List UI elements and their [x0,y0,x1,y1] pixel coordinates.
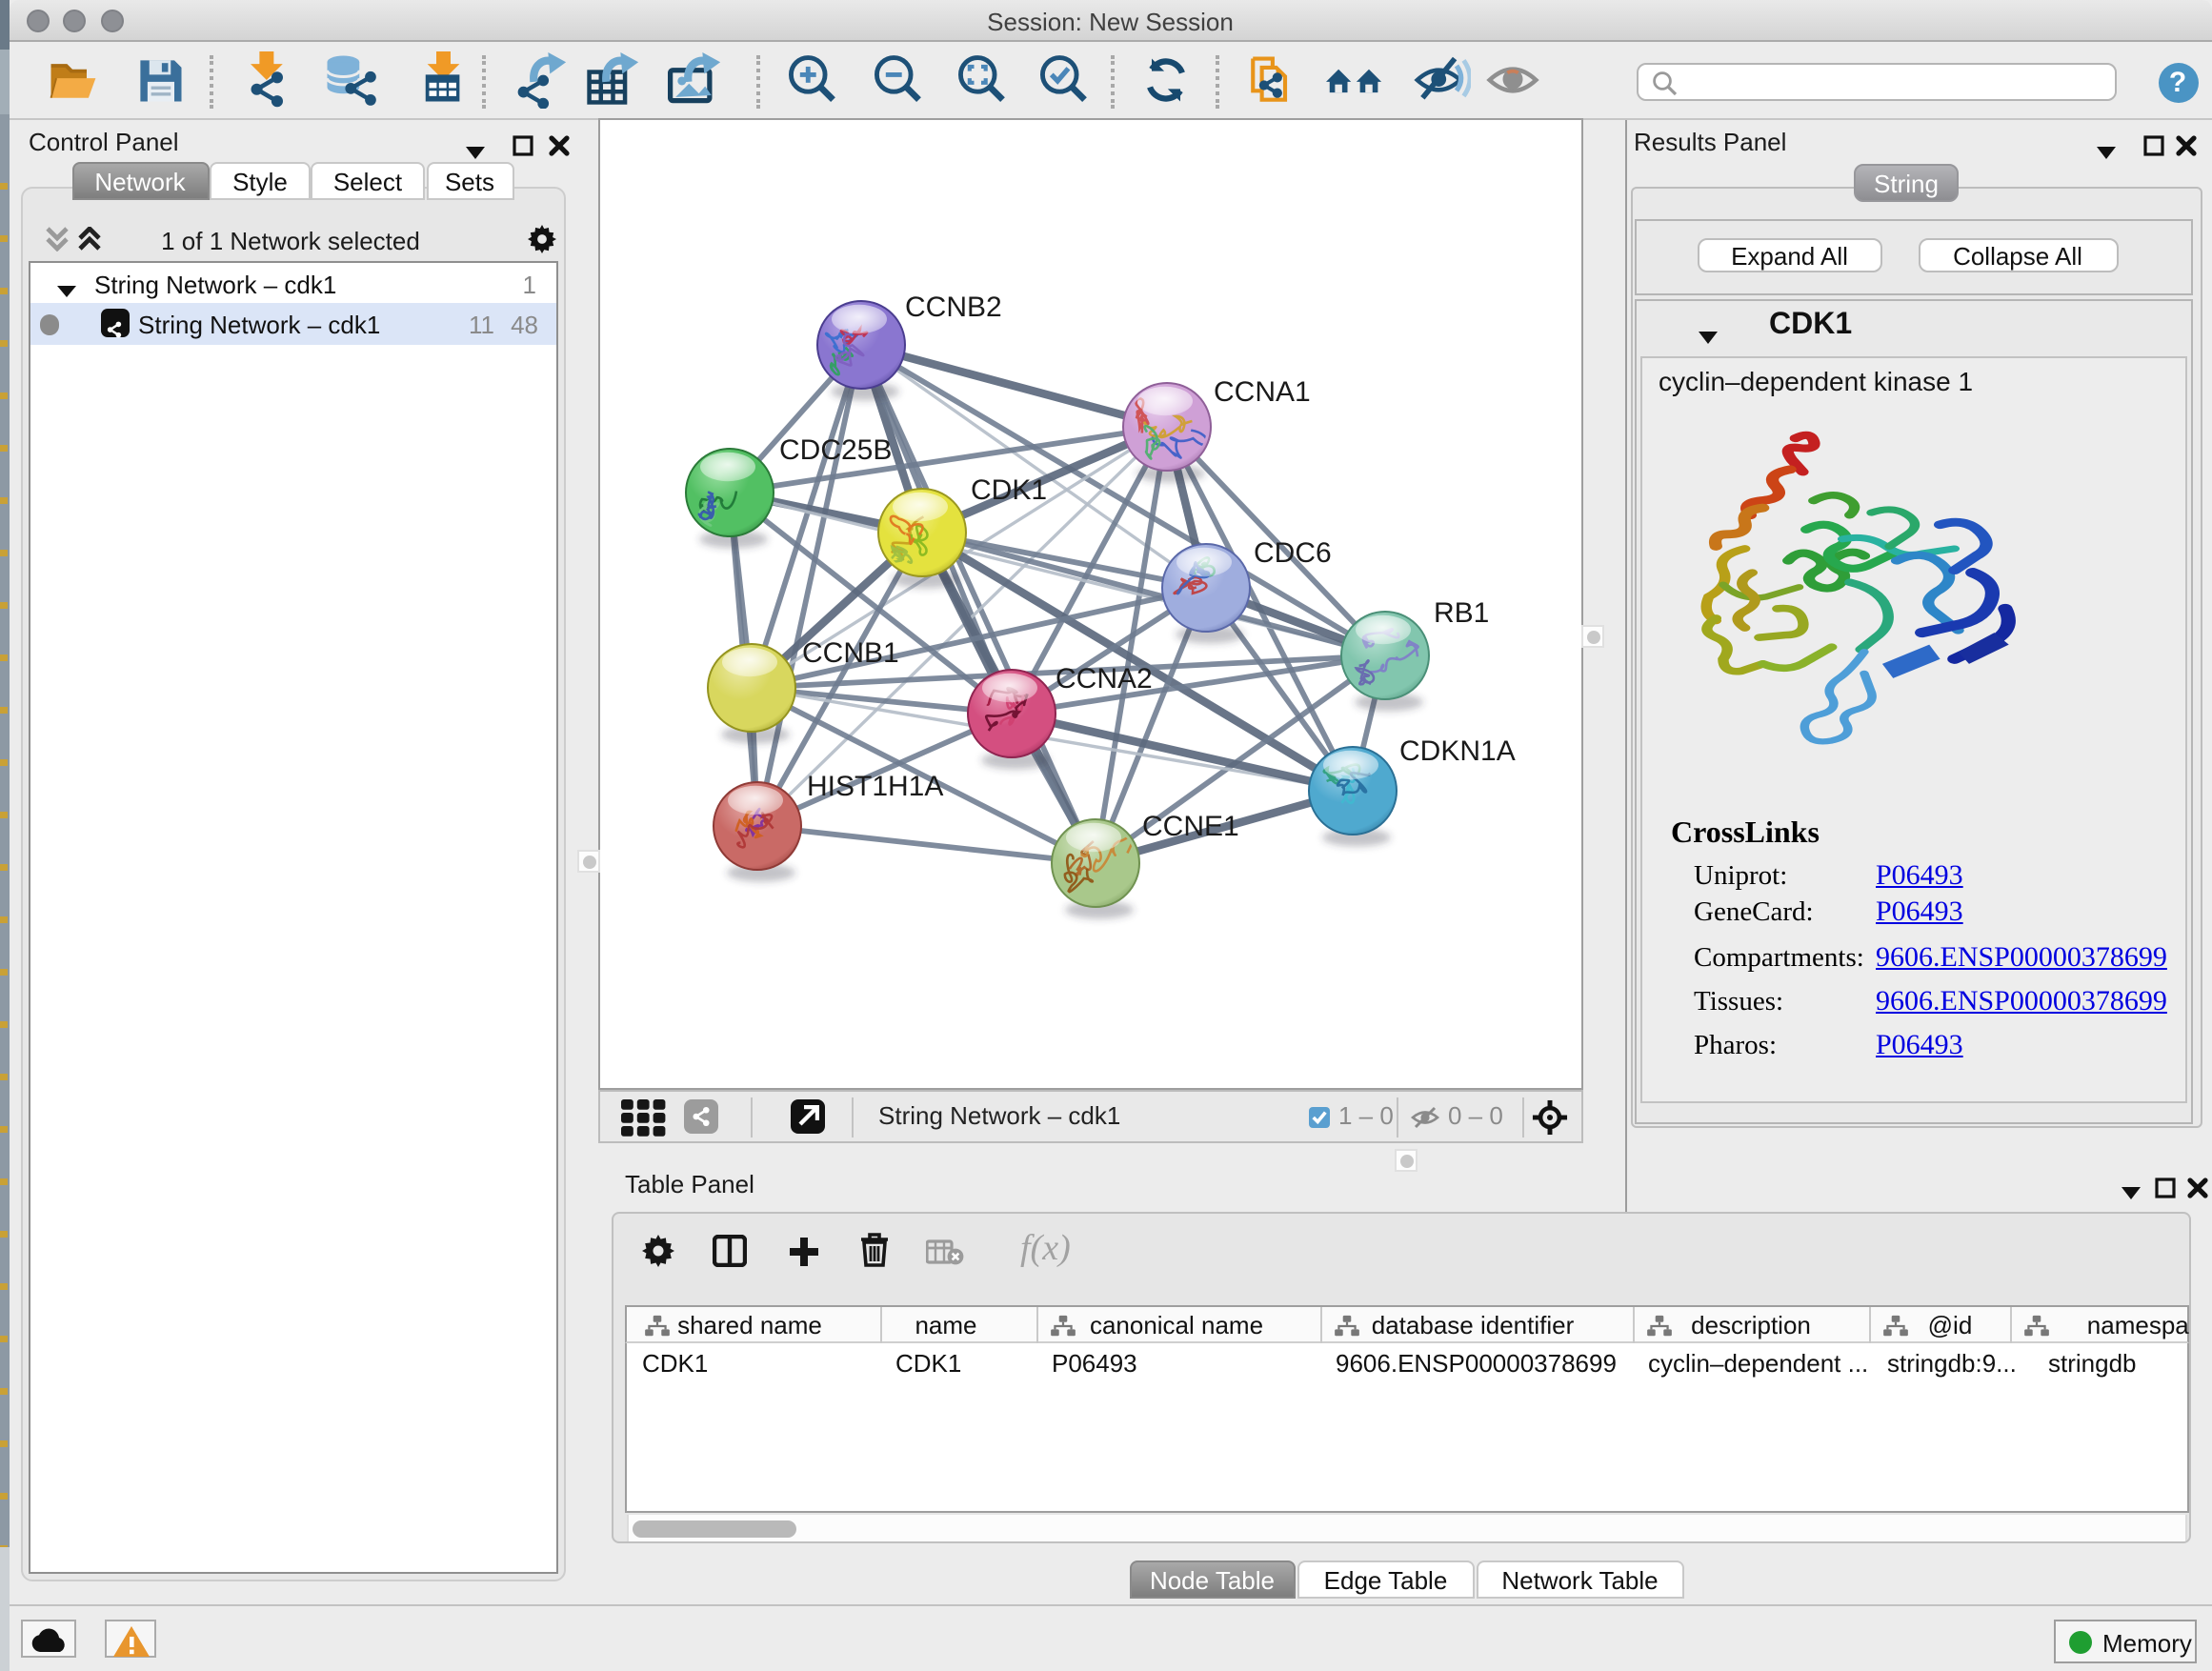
svg-text:CCNB1: CCNB1 [802,637,899,669]
svg-text:RB1: RB1 [1434,597,1489,629]
svg-text:CCNB2: CCNB2 [905,292,1002,323]
svg-text:HIST1H1A: HIST1H1A [807,771,943,802]
svg-text:CCNE1: CCNE1 [1142,811,1239,842]
svg-text:CCNA1: CCNA1 [1214,376,1311,408]
svg-text:CDK1: CDK1 [971,474,1047,506]
svg-text:CDC6: CDC6 [1254,537,1332,569]
svg-text:CDKN1A: CDKN1A [1399,735,1516,767]
svg-text:CDC25B: CDC25B [779,434,892,466]
svg-text:CCNA2: CCNA2 [1056,663,1153,695]
